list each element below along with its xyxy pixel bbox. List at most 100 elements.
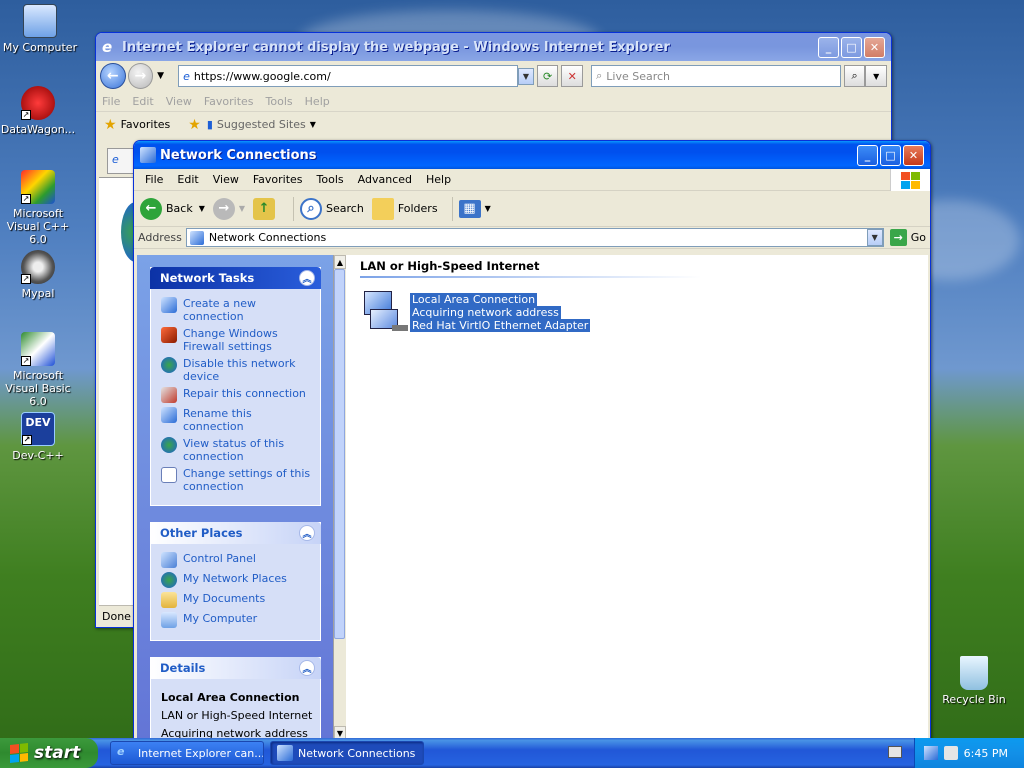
chevron-down-icon[interactable]: ▼: [239, 204, 245, 213]
taskbar-button-network-connections[interactable]: Network Connections: [270, 741, 424, 765]
desktop-icon-mypal[interactable]: ↗ Mypal: [0, 250, 78, 300]
back-button[interactable]: ←: [100, 63, 126, 89]
go-button[interactable]: → Go: [889, 229, 926, 246]
minimize-button[interactable]: _: [857, 144, 878, 166]
connection-name: Local Area Connection: [410, 293, 538, 306]
desktop-icon-dev-cpp[interactable]: DEV ↗ Dev-C++: [0, 412, 78, 462]
panel-header[interactable]: Details ︽: [150, 657, 321, 679]
desktop-icon-visual-basic[interactable]: ↗ Microsoft Visual Basic 6.0: [0, 332, 78, 408]
collapse-chevron-icon[interactable]: ︽: [299, 270, 315, 286]
scroll-up-button[interactable]: ▲: [334, 255, 346, 269]
stop-button[interactable]: ✕: [561, 65, 584, 87]
desktop-icon-my-computer[interactable]: My Computer: [0, 4, 80, 54]
task-rename-connection[interactable]: Rename this connection: [161, 407, 314, 433]
collapse-chevron-icon[interactable]: ︽: [299, 660, 315, 676]
add-favorites-icon[interactable]: ★: [188, 117, 201, 133]
place-my-network-places[interactable]: My Network Places: [161, 572, 314, 588]
desktop-icon-datawagon[interactable]: ↗ DataWagon...: [0, 86, 78, 136]
folders-label: Folders: [397, 202, 438, 215]
folders-button[interactable]: Folders: [371, 197, 438, 220]
place-my-documents[interactable]: My Documents: [161, 592, 314, 608]
address-value: Network Connections: [208, 231, 327, 244]
address-input[interactable]: Network Connections ▼: [185, 228, 884, 247]
task-repair-connection[interactable]: Repair this connection: [161, 387, 314, 403]
panel-header[interactable]: Other Places ︽: [150, 522, 321, 544]
details-body: Local Area Connection LAN or High-Speed …: [151, 679, 320, 740]
menu-advanced[interactable]: Advanced: [351, 173, 419, 186]
up-folder-button[interactable]: ↑: [253, 197, 279, 220]
status-text: Done: [102, 610, 131, 623]
chevron-down-icon[interactable]: ▼: [199, 204, 205, 213]
window-title: Network Connections: [160, 147, 317, 163]
network-tray-icon[interactable]: [923, 746, 938, 760]
address-dropdown-button[interactable]: ▼: [518, 67, 534, 85]
menu-favorites[interactable]: Favorites: [204, 95, 262, 108]
task-pane-scrollbar[interactable]: ▲ ▼: [333, 255, 346, 740]
menu-help[interactable]: Help: [419, 173, 458, 186]
forward-button[interactable]: →: [127, 63, 154, 89]
connection-item-local-area[interactable]: Local Area Connection Acquiring network …: [362, 291, 591, 339]
back-button[interactable]: ← Back ▼: [140, 197, 205, 220]
place-control-panel[interactable]: Control Panel: [161, 552, 314, 568]
place-my-computer[interactable]: My Computer: [161, 612, 314, 628]
menu-file[interactable]: File: [138, 173, 170, 186]
address-dropdown-button[interactable]: ▼: [866, 229, 883, 246]
start-label: start: [34, 743, 81, 763]
task-firewall-settings[interactable]: Change Windows Firewall settings: [161, 327, 314, 353]
desktop-icon-recycle-bin[interactable]: Recycle Bin: [934, 656, 1014, 706]
start-button[interactable]: start: [0, 738, 98, 768]
keyboard-language-icon[interactable]: [888, 746, 902, 758]
search-button[interactable]: ⌕ Search: [300, 197, 364, 220]
task-label: Disable this network device: [183, 357, 296, 383]
desktop-icon-label: Dev-C++: [12, 449, 64, 462]
clock[interactable]: 6:45 PM: [964, 747, 1008, 760]
task-disable-device[interactable]: Disable this network device: [161, 357, 314, 383]
search-options-button[interactable]: ▼: [865, 65, 887, 87]
place-label: My Computer: [183, 612, 258, 625]
nc-titlebar[interactable]: Network Connections _ □ ✕: [134, 141, 930, 169]
desktop-icon-visual-cpp[interactable]: ↗ Microsoft Visual C++ 6.0: [0, 170, 78, 246]
rename-icon: [161, 407, 177, 423]
address-input[interactable]: e https://www.google.com/: [178, 65, 519, 87]
maximize-button[interactable]: □: [841, 36, 862, 58]
close-button[interactable]: ✕: [864, 36, 885, 58]
menu-file[interactable]: File: [102, 95, 128, 108]
menu-view[interactable]: View: [206, 173, 246, 186]
suggested-sites-button[interactable]: Suggested Sites: [217, 118, 306, 131]
views-icon: ▦: [458, 199, 481, 218]
scroll-thumb[interactable]: [334, 269, 345, 639]
menu-edit[interactable]: Edit: [170, 173, 205, 186]
menu-favorites[interactable]: Favorites: [246, 173, 310, 186]
menu-tools[interactable]: Tools: [310, 173, 351, 186]
panel-header[interactable]: Network Tasks ︽: [150, 267, 321, 289]
connection-status: Acquiring network address: [410, 306, 561, 319]
menu-view[interactable]: View: [166, 95, 200, 108]
close-button[interactable]: ✕: [903, 144, 924, 166]
views-button[interactable]: ▦ ▼: [458, 199, 491, 218]
recent-pages-chevron-icon[interactable]: ▼: [157, 71, 164, 81]
menu-edit[interactable]: Edit: [132, 95, 161, 108]
ie-titlebar[interactable]: e Internet Explorer cannot display the w…: [96, 33, 891, 61]
task-label: Change settings of this connection: [183, 467, 311, 493]
collapse-chevron-icon[interactable]: ︽: [299, 525, 315, 541]
network-connections-window[interactable]: Network Connections _ □ ✕ File Edit View…: [133, 140, 931, 740]
task-view-status[interactable]: View status of this connection: [161, 437, 314, 463]
speaker-tray-icon[interactable]: [943, 746, 958, 760]
taskbar-button-ie[interactable]: e Internet Explorer can...: [110, 741, 264, 765]
minimize-button[interactable]: _: [818, 36, 839, 58]
task-pane: Network Tasks ︽ Create a new connection …: [137, 255, 333, 740]
refresh-button[interactable]: ⟳: [536, 65, 559, 87]
network-connections-icon: [277, 745, 293, 761]
favorites-button[interactable]: Favorites: [121, 118, 171, 131]
search-input[interactable]: ⌕ Live Search: [591, 65, 841, 87]
desktop-icon-label: DataWagon...: [0, 123, 76, 136]
menu-help[interactable]: Help: [305, 95, 338, 108]
desktop-icon-label: Mypal: [21, 287, 55, 300]
maximize-button[interactable]: □: [880, 144, 901, 166]
task-create-connection[interactable]: Create a new connection: [161, 297, 314, 323]
menu-tools[interactable]: Tools: [266, 95, 301, 108]
search-go-button[interactable]: ⌕: [843, 65, 866, 87]
search-placeholder: Live Search: [606, 69, 671, 83]
forward-button[interactable]: → ▼: [212, 197, 245, 220]
task-change-settings[interactable]: Change settings of this connection: [161, 467, 314, 493]
